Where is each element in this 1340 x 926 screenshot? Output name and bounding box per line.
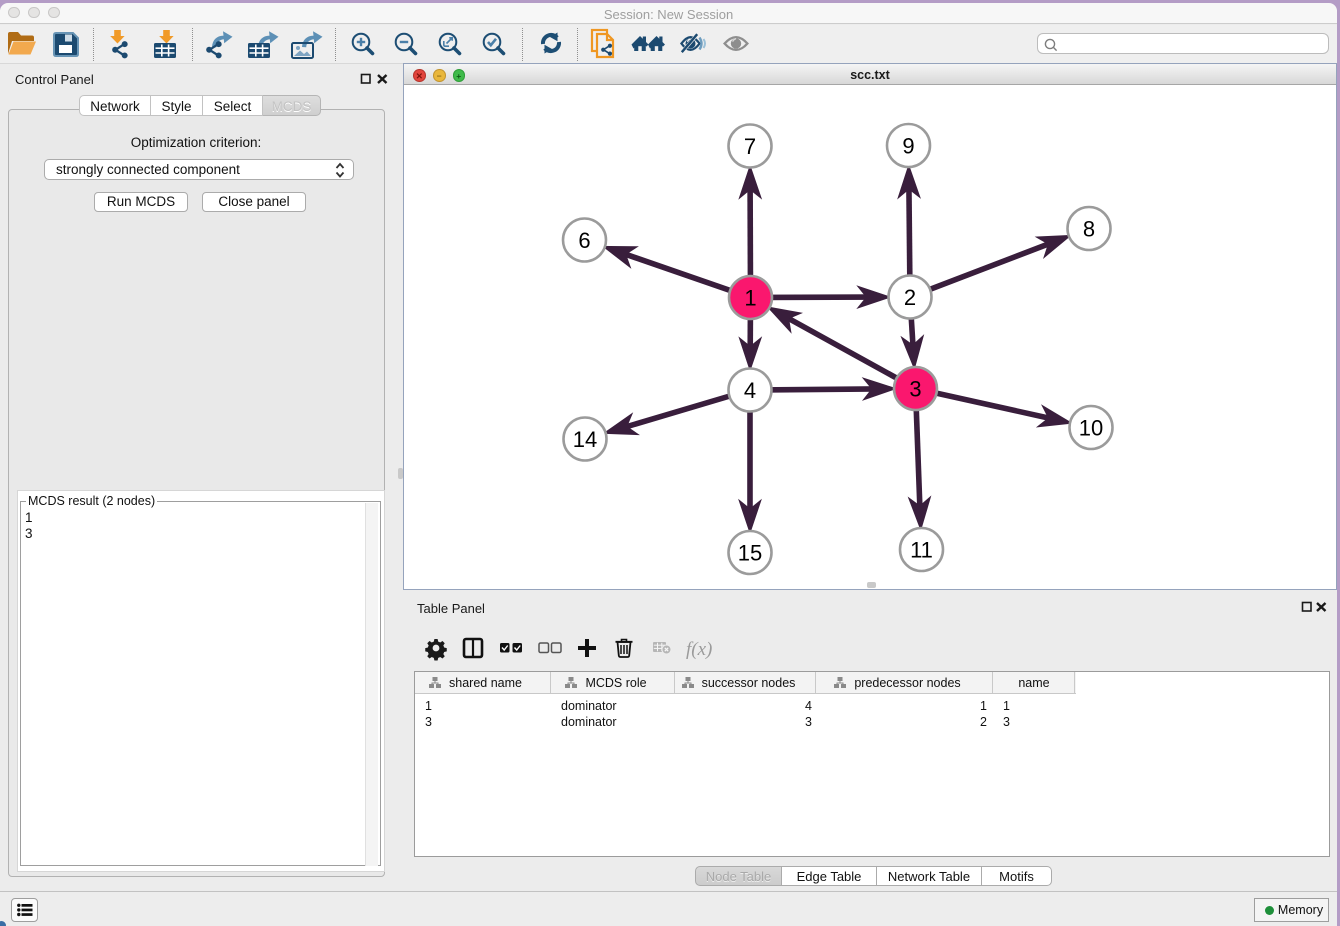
svg-text:8: 8: [1083, 217, 1095, 242]
svg-text:1: 1: [744, 286, 756, 311]
svg-text:14: 14: [573, 427, 597, 452]
svg-text:4: 4: [744, 378, 756, 403]
svg-text:10: 10: [1079, 416, 1103, 441]
svg-text:f(x): f(x): [686, 639, 712, 660]
svg-text:2: 2: [904, 285, 916, 310]
svg-text:15: 15: [738, 541, 762, 566]
svg-text:3: 3: [909, 377, 921, 402]
svg-text:9: 9: [902, 134, 914, 159]
svg-text:6: 6: [578, 228, 590, 253]
svg-text:11: 11: [910, 538, 933, 563]
svg-text:7: 7: [744, 134, 756, 159]
